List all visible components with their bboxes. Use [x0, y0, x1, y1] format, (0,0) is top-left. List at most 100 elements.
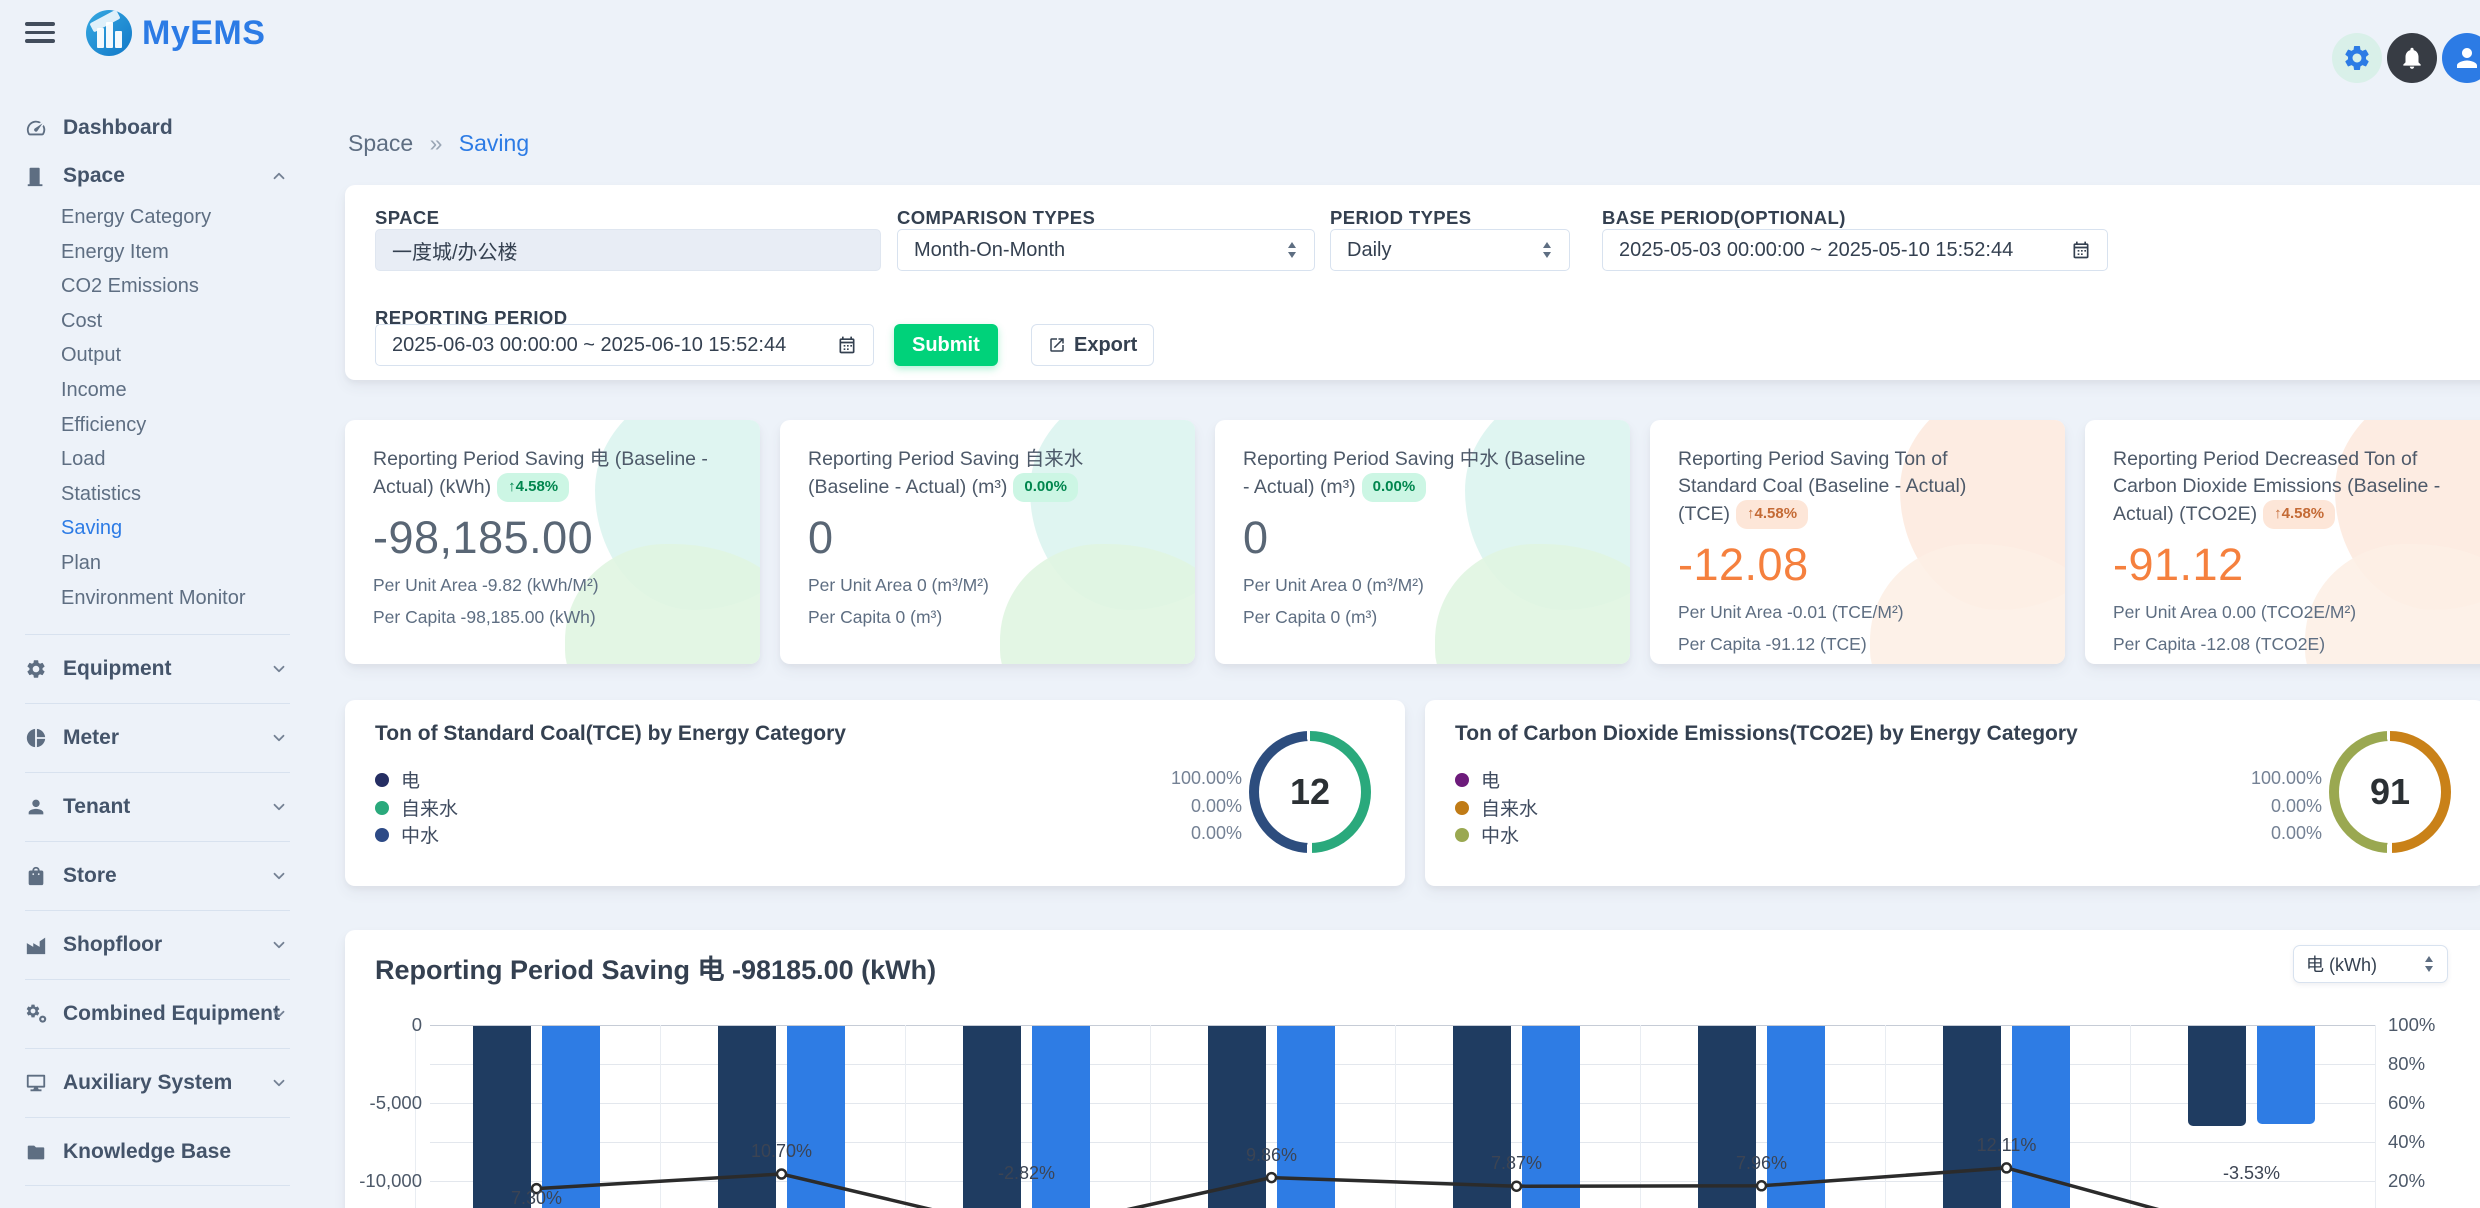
- sidebar-subitem-cost[interactable]: Cost: [25, 304, 290, 339]
- settings-button[interactable]: [2332, 33, 2382, 83]
- period-types-select[interactable]: Daily: [1330, 229, 1570, 271]
- baseline-bar[interactable]: [473, 1026, 531, 1208]
- chevron-down-icon: [270, 1074, 288, 1092]
- baseline-bar[interactable]: [1943, 1026, 2001, 1208]
- space-label: SPACE: [375, 207, 439, 229]
- folder-icon: [25, 1141, 47, 1163]
- actual-bar[interactable]: [542, 1026, 600, 1208]
- sidebar-item-space[interactable]: Space: [25, 152, 290, 200]
- stat-card-value: -12.08: [1678, 539, 2037, 591]
- legend-item[interactable]: 中水: [375, 821, 439, 848]
- stat-card-title: Reporting Period Saving Ton of Standard …: [1678, 446, 2023, 529]
- sidebar-item-knowledge-base[interactable]: Knowledge Base: [25, 1117, 290, 1186]
- sidebar-nav: DashboardSpaceEnergy CategoryEnergy Item…: [25, 104, 290, 1186]
- baseline-bar[interactable]: [2188, 1026, 2246, 1126]
- energy-category-dropdown[interactable]: 电 (kWh): [2293, 945, 2448, 983]
- sidebar-subitem-plan[interactable]: Plan: [25, 546, 290, 581]
- chevron-up-icon: [270, 167, 288, 185]
- space-value: 一度城/办公楼: [392, 236, 864, 265]
- sidebar-item-meter[interactable]: Meter: [25, 703, 290, 772]
- hamburger-menu-icon[interactable]: [25, 22, 55, 44]
- sidebar: DashboardSpaceEnergy CategoryEnergy Item…: [0, 66, 315, 1208]
- base-period-input[interactable]: 2025-05-03 00:00:00 ~ 2025-05-10 15:52:4…: [1602, 229, 2108, 271]
- baseline-bar[interactable]: [1453, 1026, 1511, 1208]
- baseline-bar[interactable]: [1208, 1026, 1266, 1208]
- right-axis-tick: 60%: [2388, 1092, 2425, 1114]
- stat-card-value: -98,185.00: [373, 512, 732, 564]
- sidebar-item-shopfloor[interactable]: Shopfloor: [25, 910, 290, 979]
- percent-data-label: 12.11%: [1942, 1135, 2072, 1156]
- stat-card-per-capita: Per Capita -12.08 (TCO2E): [2113, 634, 2472, 655]
- actual-bar[interactable]: [2012, 1026, 2070, 1208]
- sidebar-group-list: EquipmentMeterTenantStoreShopfloor Combin…: [25, 634, 290, 1186]
- baseline-bar[interactable]: [1698, 1026, 1756, 1208]
- comparison-types-select[interactable]: Month-On-Month: [897, 229, 1315, 271]
- y-axis-tick: 0: [345, 1014, 422, 1036]
- baseline-bar[interactable]: [718, 1026, 776, 1208]
- sidebar-subitem-statistics[interactable]: Statistics: [25, 477, 290, 512]
- right-axis-tick: 80%: [2388, 1053, 2425, 1075]
- breadcrumb-parent[interactable]: Space: [348, 130, 413, 156]
- export-icon: [1048, 336, 1066, 354]
- submit-button[interactable]: Submit: [894, 324, 998, 366]
- export-button[interactable]: Export: [1031, 324, 1154, 366]
- sidebar-item-tenant[interactable]: Tenant: [25, 772, 290, 841]
- stat-card-value: 0: [1243, 512, 1602, 564]
- legend-label: 中水: [1481, 821, 1519, 848]
- actual-bar[interactable]: [1767, 1026, 1825, 1208]
- donut-panel-0: Ton of Standard Coal(TCE) by Energy Cate…: [345, 700, 1405, 886]
- pie-icon: [25, 727, 47, 749]
- legend-dot-icon: [1455, 801, 1469, 815]
- sidebar-subitem-efficiency[interactable]: Efficiency: [25, 408, 290, 443]
- notifications-button[interactable]: [2387, 33, 2437, 83]
- legend-item[interactable]: 中水: [1455, 821, 1519, 848]
- y-axis-tick: -5,000: [345, 1092, 422, 1114]
- stat-card-per-unit-area: Per Unit Area -0.01 (TCE/M²): [1678, 602, 2037, 623]
- sidebar-subitem-output[interactable]: Output: [25, 338, 290, 373]
- sidebar-subitem-energy-item[interactable]: Energy Item: [25, 235, 290, 270]
- sidebar-subitem-co2-emissions[interactable]: CO2 Emissions: [25, 269, 290, 304]
- line-marker: [1757, 1181, 1766, 1190]
- top-navbar: MyEMS: [0, 0, 2480, 66]
- brand[interactable]: MyEMS: [86, 10, 265, 56]
- percent-data-label: -2.82%: [962, 1163, 1092, 1184]
- gauge-icon: [25, 117, 47, 139]
- sidebar-item-auxiliary-system[interactable]: Auxiliary System: [25, 1048, 290, 1117]
- gridline: [1885, 1025, 1886, 1208]
- legend-percent: 100.00%: [1092, 768, 1242, 789]
- legend-item[interactable]: 电: [375, 766, 420, 793]
- sidebar-subitem-energy-category[interactable]: Energy Category: [25, 200, 290, 235]
- legend-item[interactable]: 自来水: [1455, 794, 1538, 821]
- sidebar-item-equipment[interactable]: Equipment: [25, 634, 290, 703]
- chevron-down-icon: [270, 867, 288, 885]
- legend-item[interactable]: 自来水: [375, 794, 458, 821]
- sidebar-item-label: Auxiliary System: [63, 1071, 232, 1095]
- saving-chart-title: Reporting Period Saving 电 -98185.00 (kWh…: [375, 948, 936, 987]
- legend-item[interactable]: 电: [1455, 766, 1500, 793]
- right-axis-tick: 100%: [2388, 1014, 2435, 1036]
- sidebar-item-label: Combined Equipment: [63, 1002, 280, 1026]
- chevron-down-icon: [270, 729, 288, 747]
- right-axis-tick: 20%: [2388, 1170, 2425, 1192]
- stat-card-badge: ↑4.58%: [497, 473, 569, 502]
- sidebar-item-dashboard[interactable]: Dashboard: [25, 104, 290, 152]
- sidebar-item-combined-equipment[interactable]: Combined Equipment: [25, 979, 290, 1048]
- actual-bar[interactable]: [1277, 1026, 1335, 1208]
- gridline: [2130, 1025, 2131, 1208]
- user-avatar[interactable]: [2442, 33, 2480, 83]
- stat-card-per-unit-area: Per Unit Area 0.00 (TCO2E/M²): [2113, 602, 2472, 623]
- actual-bar[interactable]: [787, 1026, 845, 1208]
- reporting-period-input[interactable]: 2025-06-03 00:00:00 ~ 2025-06-10 15:52:4…: [375, 324, 874, 366]
- sidebar-subitem-income[interactable]: Income: [25, 373, 290, 408]
- gear-icon: [25, 658, 47, 680]
- sidebar-subitem-environment-monitor[interactable]: Environment Monitor: [25, 581, 290, 616]
- actual-bar[interactable]: [2257, 1026, 2315, 1124]
- actual-bar[interactable]: [1522, 1026, 1580, 1208]
- space-input[interactable]: 一度城/办公楼: [375, 229, 881, 271]
- sidebar-subitem-load[interactable]: Load: [25, 442, 290, 477]
- stat-card-2: Reporting Period Saving 中水 (Baseline - A…: [1215, 420, 1630, 664]
- sidebar-subitem-saving[interactable]: Saving: [25, 511, 290, 546]
- sidebar-item-store[interactable]: Store: [25, 841, 290, 910]
- stat-card-title: Reporting Period Saving 电 (Baseline - Ac…: [373, 446, 718, 502]
- legend-label: 电: [1481, 766, 1500, 793]
